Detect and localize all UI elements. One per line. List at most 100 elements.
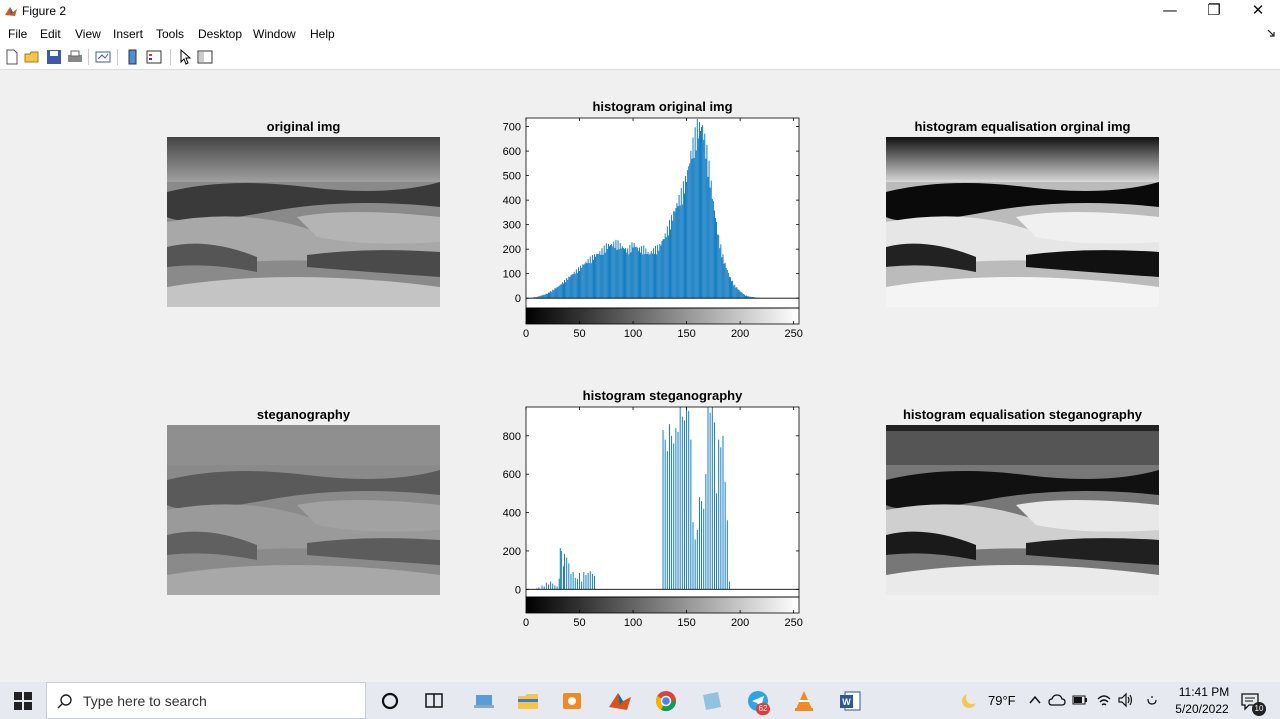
weather-moon-icon[interactable] [960, 692, 978, 710]
presentation-app-icon[interactable] [558, 687, 586, 715]
new-figure-icon[interactable] [3, 48, 21, 66]
histogram-bar [556, 586, 558, 590]
histogram-bar [564, 280, 565, 299]
histogram-bar [681, 416, 683, 590]
histogram-bar [686, 407, 688, 590]
histogram-bar [647, 251, 649, 299]
histogram-bar [735, 287, 737, 299]
language-icon[interactable] [1146, 693, 1158, 707]
menu-tools[interactable]: Tools [156, 27, 184, 41]
x-tick-label: 50 [573, 617, 585, 629]
histogram-bar [641, 246, 643, 299]
histogram-bar [609, 246, 610, 299]
histogram-bar [724, 481, 726, 590]
start-windows-icon[interactable] [14, 692, 32, 710]
histogram-bar [614, 247, 616, 299]
insert-legend-icon[interactable] [145, 48, 163, 66]
laptop-app-icon[interactable] [470, 687, 498, 715]
clock-time[interactable]: 11:41 PM [1176, 685, 1232, 699]
histogram-bar [611, 244, 613, 299]
save-icon[interactable] [45, 48, 63, 66]
menu-help[interactable]: Help [310, 27, 335, 41]
menu-insert[interactable]: Insert [113, 27, 143, 41]
file-explorer-icon[interactable] [514, 687, 542, 715]
onedrive-cloud-icon[interactable] [1048, 693, 1066, 707]
x-tick-label: 150 [677, 328, 695, 340]
histogram-bar [621, 246, 623, 299]
histogram-bar [682, 181, 684, 299]
histogram-bar [703, 508, 705, 590]
notes-app-icon[interactable] [698, 687, 726, 715]
clock-date[interactable]: 5/20/2022 [1172, 702, 1232, 716]
select-arrow-icon[interactable] [176, 48, 194, 66]
histogram-bar [566, 557, 568, 590]
histogram-steganography-chart: 0 200 400 600 800 0 50 100 150 200 250 [503, 406, 803, 629]
matlab-icon [4, 4, 18, 18]
histogram-bar [605, 243, 607, 299]
print-icon[interactable] [66, 48, 84, 66]
restore-button[interactable]: ❐ [1192, 0, 1236, 22]
vlc-icon[interactable] [790, 687, 818, 715]
property-inspector-icon[interactable] [196, 48, 214, 66]
histogram-bar [651, 253, 653, 299]
histogram-bar [567, 279, 569, 299]
histogram-bar [677, 431, 679, 590]
histogram-bar [616, 249, 618, 299]
histogram-bar [698, 122, 700, 299]
eq-stego-title: histogram equalisation steganography [902, 407, 1143, 422]
menu-window[interactable]: Window [253, 27, 296, 41]
histogram-bar [610, 244, 612, 299]
volume-icon[interactable] [1117, 692, 1133, 708]
histogram-bar [591, 573, 593, 590]
histogram-bar [691, 158, 693, 299]
histogram-bar [720, 447, 722, 590]
histogram-bar [689, 163, 691, 299]
dock-arrow-icon[interactable] [1266, 28, 1276, 38]
search-placeholder: Type here to search [83, 693, 207, 709]
weather-temperature[interactable]: 79°F [988, 693, 1016, 708]
histogram-bar [581, 267, 583, 299]
menu-desktop[interactable]: Desktop [198, 27, 242, 41]
histogram-bar [686, 181, 688, 299]
menu-file[interactable]: File [8, 27, 27, 41]
histogram-bar [698, 497, 700, 590]
histogram-bar [655, 245, 656, 299]
histogram-bar [579, 573, 580, 590]
chevron-up-icon[interactable] [1028, 694, 1042, 706]
word-icon[interactable]: W [836, 687, 864, 715]
histogram-bar [690, 439, 692, 590]
histogram-bar [732, 280, 734, 299]
matlab-taskbar-icon[interactable] [606, 687, 634, 715]
histogram-bar [570, 573, 572, 590]
hist-original-title: histogram original img [592, 99, 733, 114]
battery-icon[interactable] [1072, 694, 1088, 706]
close-button[interactable]: ✕ [1236, 0, 1280, 22]
histogram-bar [569, 277, 571, 299]
wifi-icon[interactable] [1096, 692, 1112, 708]
histogram-bar [657, 244, 659, 299]
chrome-icon[interactable] [652, 687, 680, 715]
histogram-bar [723, 263, 725, 299]
histogram-bar [591, 255, 593, 299]
histogram-bar [700, 130, 701, 299]
task-view-icon[interactable] [420, 687, 448, 715]
y-tick-label: 500 [503, 171, 521, 183]
histogram-bar [602, 254, 604, 299]
histogram-bar [671, 215, 673, 299]
menu-bar: File Edit View Insert Tools Desktop Wind… [0, 22, 1280, 44]
minimize-button[interactable]: — [1148, 0, 1192, 22]
open-icon[interactable] [23, 48, 41, 66]
histogram-original-chart: 0 100 200 300 400 500 600 700 0 50 100 150 200 250 [503, 117, 803, 340]
figure-toolbar [0, 44, 1280, 70]
taskbar-search-box[interactable]: Type here to search [46, 682, 366, 719]
x-tick-label: 150 [677, 617, 695, 629]
menu-view[interactable]: View [75, 27, 101, 41]
menu-edit[interactable]: Edit [40, 27, 61, 41]
cortana-icon[interactable] [376, 687, 404, 715]
histogram-bar [575, 269, 577, 299]
histogram-bar [701, 127, 703, 299]
insert-colorbar-icon[interactable] [124, 48, 142, 66]
histogram-bar [592, 259, 594, 299]
histogram-bar [711, 407, 713, 590]
link-plot-icon[interactable] [94, 48, 112, 66]
